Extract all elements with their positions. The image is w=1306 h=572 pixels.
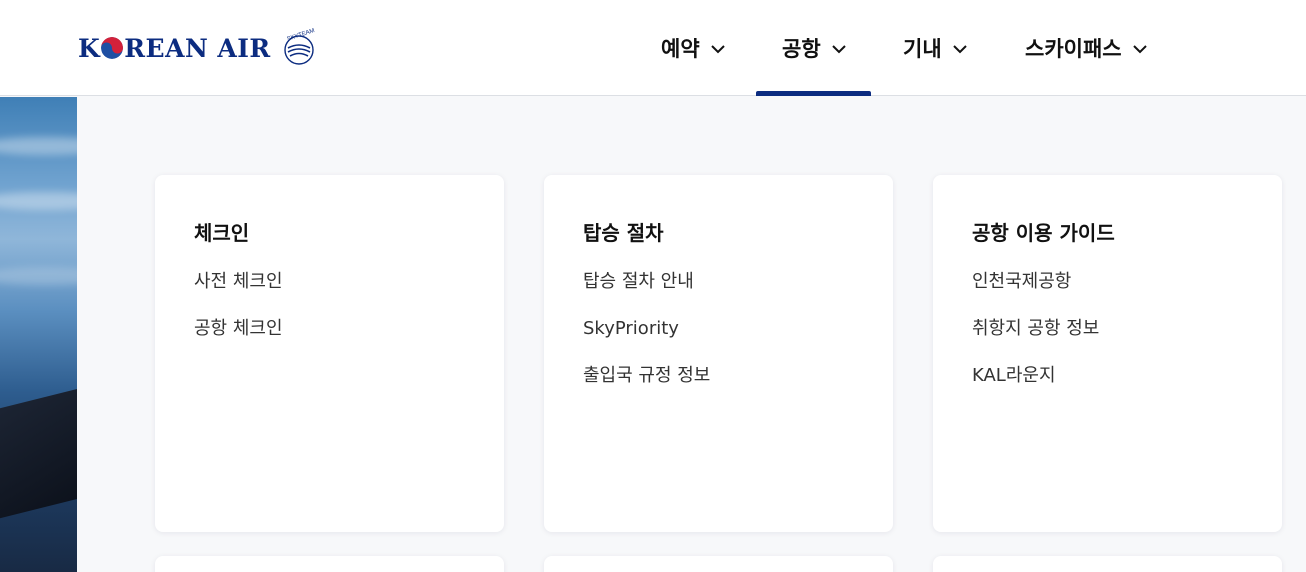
link-airport-checkin[interactable]: 공항 체크인 xyxy=(194,318,283,365)
link-boarding-guide[interactable]: 탑승 절차 안내 xyxy=(583,271,710,318)
cloud-shape xyxy=(0,192,77,210)
hero-sky-image xyxy=(0,97,77,572)
nav-item-inflight[interactable]: 기내 xyxy=(903,0,968,96)
card-link-list: 인천국제공항 취항지 공항 정보 KAL라운지 xyxy=(972,271,1099,412)
link-incheon-airport[interactable]: 인천국제공항 xyxy=(972,271,1099,318)
korean-air-logo[interactable]: K REAN AIR SKYTEAM xyxy=(78,26,317,70)
nav-label: 스카이패스 xyxy=(1025,37,1122,61)
site-header: K REAN AIR SKYTEAM 예약 공항 기내 스카이패스 xyxy=(0,0,1306,96)
nav-item-airport[interactable]: 공항 xyxy=(756,0,871,96)
nav-item-skypass[interactable]: 스카이패스 xyxy=(1025,0,1148,96)
link-kal-lounge[interactable]: KAL라운지 xyxy=(972,365,1099,412)
nav-label: 예약 xyxy=(661,37,700,61)
card-title: 탑승 절차 xyxy=(583,221,664,245)
chevron-down-icon xyxy=(831,45,846,54)
card-title: 공항 이용 가이드 xyxy=(972,221,1115,245)
taeguk-icon xyxy=(101,37,124,59)
chevron-down-icon xyxy=(1132,45,1147,54)
card-link-list: 탑승 절차 안내 SkyPriority 출입국 규정 정보 xyxy=(583,271,710,412)
cloud-shape xyxy=(0,137,77,155)
card-partial xyxy=(933,556,1282,572)
nav-label: 공항 xyxy=(782,37,821,61)
link-pre-checkin[interactable]: 사전 체크인 xyxy=(194,271,283,318)
card-airport-guide: 공항 이용 가이드 인천국제공항 취항지 공항 정보 KAL라운지 xyxy=(933,175,1282,532)
logo-wordmark: K REAN AIR xyxy=(78,33,271,63)
card-checkin: 체크인 사전 체크인 공항 체크인 xyxy=(155,175,504,532)
link-skypriority[interactable]: SkyPriority xyxy=(583,318,710,365)
cloud-shape xyxy=(0,267,77,285)
airplane-wing-shape xyxy=(0,383,77,521)
chevron-down-icon xyxy=(710,45,725,54)
card-partial xyxy=(155,556,504,572)
link-immigration-info[interactable]: 출입국 규정 정보 xyxy=(583,365,710,412)
nav-label: 기내 xyxy=(903,37,942,61)
skyteam-text: SKYTEAM xyxy=(286,28,315,43)
card-title: 체크인 xyxy=(194,221,250,245)
card-link-list: 사전 체크인 공항 체크인 xyxy=(194,271,283,365)
card-partial xyxy=(544,556,893,572)
skyteam-logo-icon: SKYTEAM xyxy=(284,28,315,65)
card-boarding: 탑승 절차 탑승 절차 안내 SkyPriority 출입국 규정 정보 xyxy=(544,175,893,532)
link-destination-airports[interactable]: 취항지 공항 정보 xyxy=(972,318,1099,365)
chevron-down-icon xyxy=(952,45,967,54)
nav-item-reservation[interactable]: 예약 xyxy=(661,0,726,96)
